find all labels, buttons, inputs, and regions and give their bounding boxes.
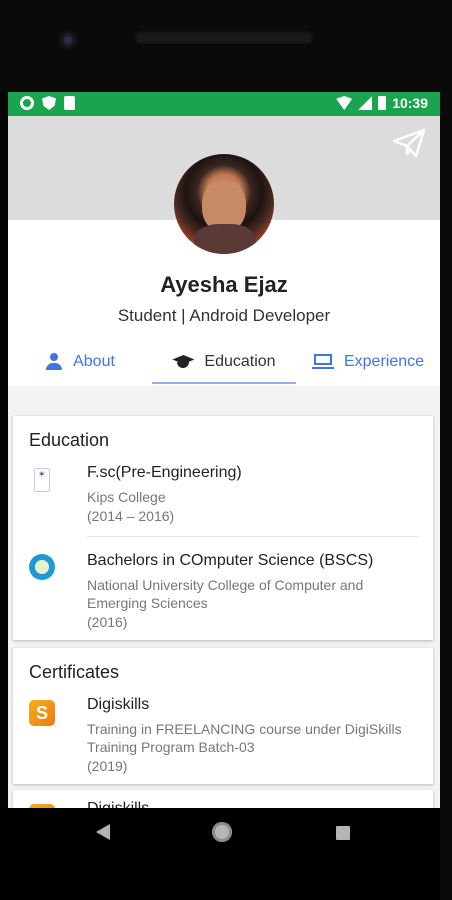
- tab-education[interactable]: Education: [152, 340, 296, 384]
- app-screen: 10:39 Ayesha Ejaz Student | Android Deve…: [8, 92, 440, 808]
- certificate-item-title: Digiskills: [87, 696, 150, 713]
- certificates-card: Certificates Digiskills Training in FREE…: [13, 648, 433, 784]
- education-item-title: Bachelors in COmputer Science (BSCS): [87, 552, 374, 569]
- system-navigation-bar: [0, 808, 452, 900]
- education-item-title: F.sc(Pre-Engineering): [87, 464, 242, 481]
- education-item-institution: Kips College: [87, 489, 166, 505]
- settings-icon: [20, 96, 34, 110]
- certificate-card-partial: Digiskills: [13, 790, 433, 808]
- education-card-title: Education: [29, 430, 110, 450]
- laptop-icon: [311, 354, 334, 370]
- profile-name: Ayesha Ejaz: [160, 272, 288, 297]
- signal-icon: [358, 96, 373, 110]
- wifi-icon: [336, 96, 353, 110]
- education-item-date: (2016): [87, 614, 128, 630]
- status-time: 10:39: [392, 95, 428, 111]
- sd-card-icon: [64, 96, 75, 110]
- tab-about[interactable]: About: [8, 340, 152, 384]
- shield-icon: [42, 96, 56, 110]
- divider: [87, 536, 419, 537]
- recent-apps-icon[interactable]: [336, 826, 350, 840]
- tab-experience-label: Experience: [343, 353, 425, 370]
- send-icon[interactable]: [392, 128, 426, 158]
- graduation-cap-icon: [172, 354, 194, 370]
- avatar: [174, 154, 274, 254]
- device-bezel-right: [440, 0, 452, 900]
- back-icon[interactable]: [96, 824, 110, 840]
- device-top-bezel: [0, 0, 452, 92]
- certificate-item-description: Training in FREELANCING course under Dig…: [87, 721, 402, 755]
- tab-education-label: Education: [204, 353, 276, 370]
- device-bezel-left: [0, 0, 8, 900]
- certificates-card-title: Certificates: [29, 662, 120, 682]
- education-card: Education F.sc(Pre-Engineering) Kips Col…: [13, 416, 433, 640]
- front-camera: [58, 30, 78, 50]
- digiskills-logo-icon: [29, 700, 55, 726]
- education-item-date: (2014 – 2016): [87, 508, 175, 524]
- nu-logo-icon: [29, 554, 55, 580]
- profile-role: Student | Android Developer: [117, 306, 331, 325]
- tab-about-label: About: [73, 353, 115, 370]
- kips-logo-icon: [34, 468, 50, 492]
- status-bar: 10:39: [8, 92, 440, 116]
- earpiece-speaker: [134, 30, 314, 44]
- home-icon[interactable]: [212, 822, 232, 842]
- certificate-item-date: (2019): [87, 758, 128, 774]
- education-item-institution: National University College of Computer …: [87, 577, 364, 611]
- tab-bar: About Education Experience: [8, 340, 440, 384]
- certificate-item-title: Digiskills: [87, 800, 149, 808]
- tab-experience[interactable]: Experience: [296, 340, 440, 384]
- person-icon: [45, 353, 63, 371]
- battery-icon: [378, 96, 387, 110]
